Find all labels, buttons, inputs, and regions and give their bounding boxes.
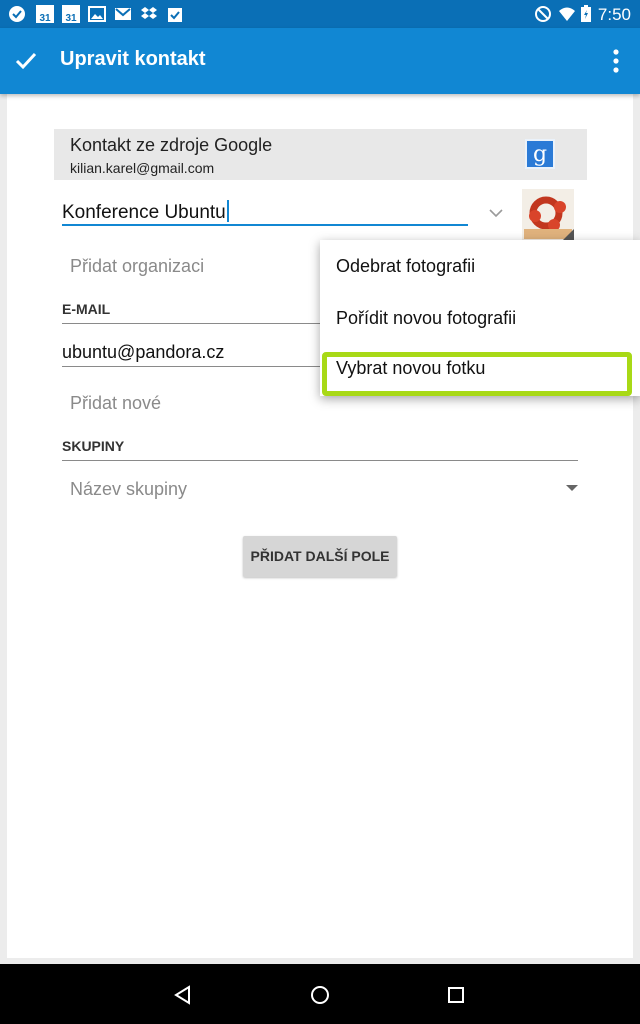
overflow-menu-icon[interactable] bbox=[612, 48, 620, 74]
chevron-down-icon[interactable] bbox=[488, 205, 504, 221]
battery-charging-icon bbox=[581, 5, 591, 22]
done-check-icon[interactable] bbox=[12, 47, 40, 75]
google-logo-icon: g bbox=[525, 139, 555, 169]
add-email-field[interactable]: Přidat nové bbox=[70, 393, 161, 414]
menu-item-take-photo[interactable]: Pořídit novou fotografii bbox=[336, 308, 516, 329]
recents-icon[interactable] bbox=[445, 984, 467, 1006]
menu-item-remove-photo[interactable]: Odebrat fotografii bbox=[336, 256, 475, 277]
status-bar: 31 31 7:50 bbox=[0, 0, 640, 28]
account-title: Kontakt ze zdroje Google bbox=[70, 135, 273, 155]
calendar-icon: 31 bbox=[36, 5, 54, 24]
check-circle-icon bbox=[9, 6, 25, 22]
page-title: Upravit kontakt bbox=[60, 48, 206, 70]
dropdown-arrow-icon[interactable] bbox=[566, 485, 578, 491]
text-cursor bbox=[226, 200, 229, 222]
back-icon[interactable] bbox=[172, 984, 194, 1006]
calendar-icon: 31 bbox=[62, 5, 80, 24]
photo-popup-menu: Odebrat fotografii Pořídit novou fotogra… bbox=[320, 240, 640, 396]
email-field[interactable]: ubuntu@pandora.cz bbox=[62, 342, 224, 363]
email-field-underline bbox=[62, 366, 320, 367]
wifi-icon bbox=[559, 7, 575, 21]
account-header: Kontakt ze zdroje Google kilian.karel@gm… bbox=[54, 129, 587, 180]
name-field-underline bbox=[62, 224, 468, 226]
name-field[interactable]: Konference Ubuntu bbox=[62, 200, 229, 224]
status-time: 7:50 bbox=[597, 5, 631, 24]
gmail-icon bbox=[115, 8, 131, 20]
add-field-button[interactable]: PŘIDAT DALŠÍ POLE bbox=[243, 536, 397, 577]
home-icon[interactable] bbox=[309, 984, 331, 1006]
groups-section-title: SKUPINY bbox=[62, 438, 125, 454]
account-email: kilian.karel@gmail.com bbox=[70, 160, 215, 176]
do-not-disturb-icon bbox=[535, 6, 551, 22]
email-section-title: E-MAIL bbox=[62, 301, 111, 317]
dropbox-icon bbox=[141, 7, 157, 19]
organization-field[interactable]: Přidat organizaci bbox=[70, 256, 204, 277]
groups-section-divider bbox=[62, 460, 578, 461]
image-icon bbox=[88, 6, 106, 22]
contact-photo[interactable] bbox=[522, 189, 574, 241]
navigation-bar bbox=[0, 964, 640, 1024]
name-value: Konference Ubuntu bbox=[62, 202, 226, 223]
clipboard-icon bbox=[168, 8, 182, 22]
group-name-dropdown[interactable]: Název skupiny bbox=[70, 479, 187, 500]
highlight-box bbox=[322, 352, 632, 396]
app-bar: Upravit kontakt bbox=[0, 28, 640, 94]
